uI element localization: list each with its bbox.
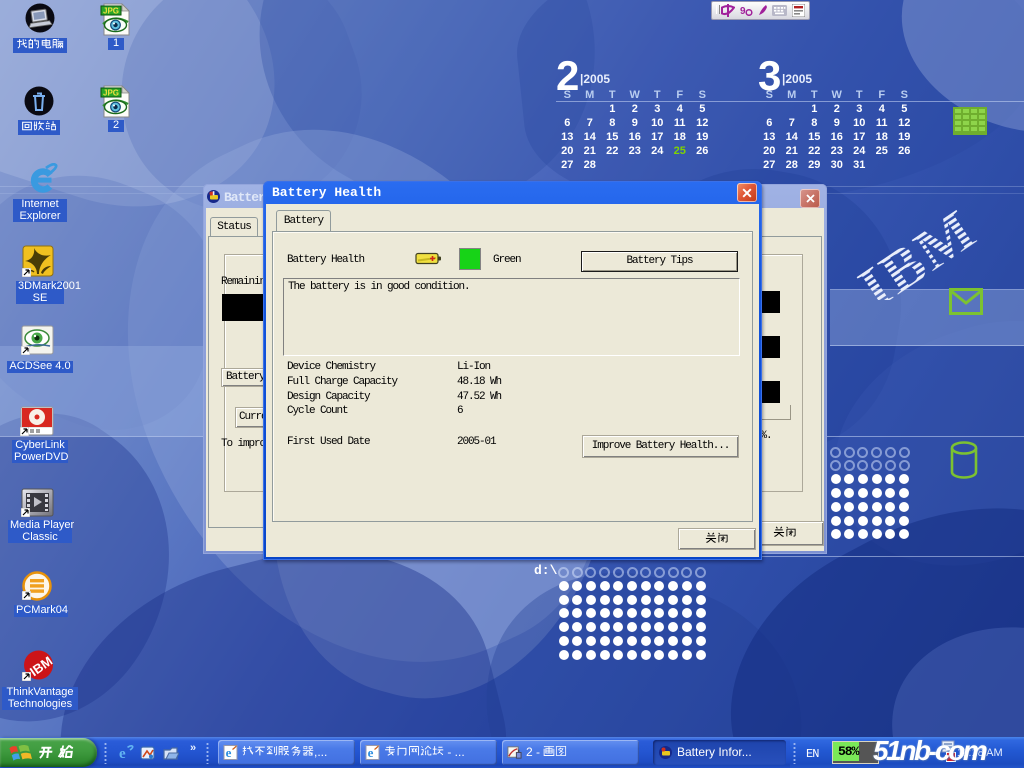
svg-text:IBM: IBM [847, 196, 986, 300]
svg-text:JPG: JPG [103, 7, 119, 16]
svg-text:e: e [368, 745, 374, 760]
svg-text:e: e [226, 745, 232, 760]
svg-text:JPG: JPG [103, 89, 119, 98]
svg-text:e: e [119, 746, 126, 761]
svg-text:9: 9 [740, 6, 746, 16]
